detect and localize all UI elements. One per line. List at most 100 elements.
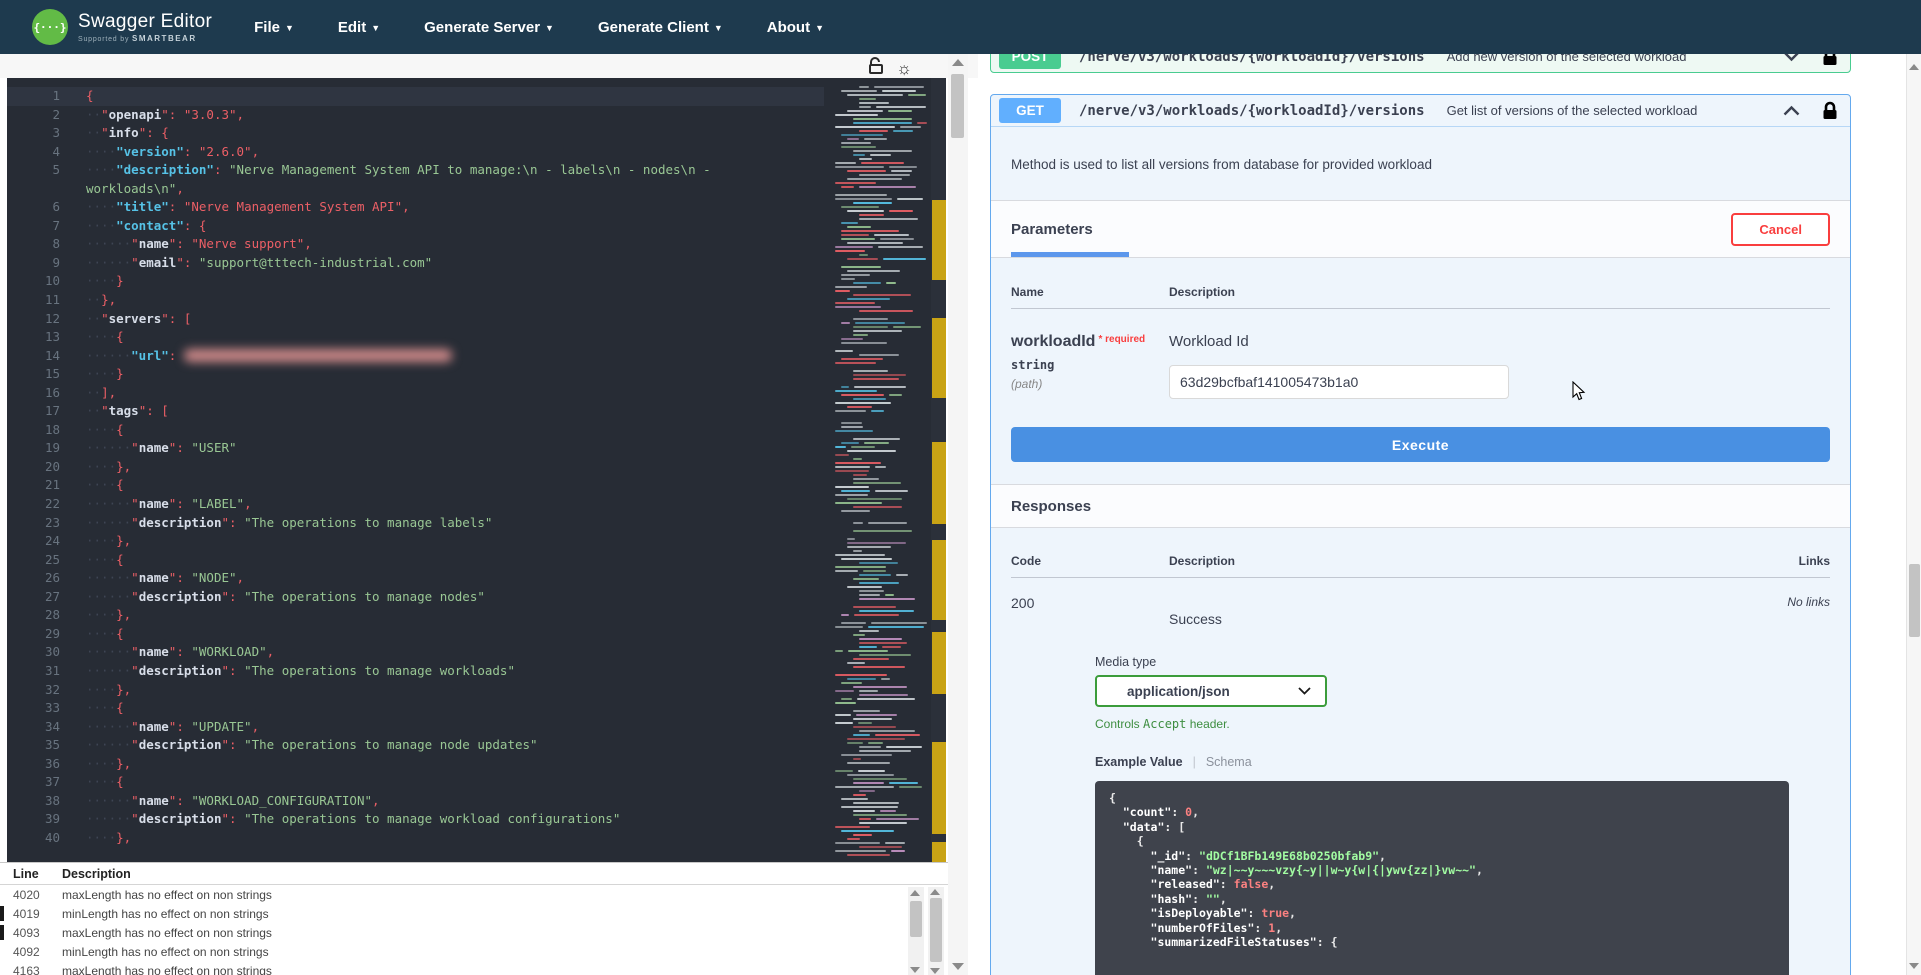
error-row[interactable]: 4163maxLength has no effect on non strin… bbox=[0, 961, 948, 975]
warning-marks[interactable] bbox=[932, 318, 946, 398]
parameter-row: workloadId* required string (path) Workl… bbox=[1011, 309, 1830, 399]
code-line: 19······"name": "USER" bbox=[7, 439, 824, 458]
code-line: 1{ bbox=[7, 87, 824, 106]
media-type-label: Media type bbox=[1095, 655, 1830, 669]
code-line: 12··"servers": [ bbox=[7, 310, 824, 329]
code-area[interactable]: 1{2··"openapi": "3.0.3",3··"info": {4···… bbox=[7, 78, 824, 862]
post-operation: POST /nerve/v3/workloads/{workloadId}/ve… bbox=[990, 54, 1851, 73]
tab-schema[interactable]: Schema bbox=[1206, 755, 1252, 769]
code-line: 35······"description": "The operations t… bbox=[7, 736, 824, 755]
swagger-editor-app: {···} Swagger Editor Supported by SMARTB… bbox=[0, 0, 1921, 975]
workload-id-input[interactable] bbox=[1169, 365, 1509, 399]
navbar-menus: File▼ Edit▼ Generate Server▼ Generate Clien… bbox=[254, 19, 824, 36]
responses-header-bar: Responses bbox=[991, 484, 1850, 528]
media-type-block: Media type application/json Controls Acc… bbox=[1095, 655, 1830, 975]
get-method-badge: GET bbox=[999, 98, 1061, 123]
editor-scrollbar[interactable] bbox=[948, 54, 968, 975]
page-scrollbar[interactable] bbox=[1906, 54, 1921, 975]
resp-col-links: Links bbox=[1799, 554, 1830, 568]
code-line: 38······"name": "WORKLOAD_CONFIGURATION"… bbox=[7, 792, 824, 811]
code-line: 37····{ bbox=[7, 773, 824, 792]
tab-example-value[interactable]: Example Value bbox=[1095, 755, 1183, 769]
warning-marks[interactable] bbox=[932, 442, 946, 524]
code-line: 26······"name": "NODE", bbox=[7, 569, 824, 588]
cancel-button[interactable]: Cancel bbox=[1731, 213, 1830, 246]
code-line: 34······"name": "UPDATE", bbox=[7, 718, 824, 737]
swagger-logo[interactable]: {···} Swagger Editor Supported by SMARTB… bbox=[32, 9, 212, 45]
code-line: 28····}, bbox=[7, 606, 824, 625]
code-line: 21····{ bbox=[7, 476, 824, 495]
get-operation-header[interactable]: GET /nerve/v3/workloads/{workloadId}/ver… bbox=[991, 95, 1850, 126]
swagger-ui-pane: POST /nerve/v3/workloads/{workloadId}/ve… bbox=[978, 54, 1906, 975]
warning-marks[interactable] bbox=[932, 742, 946, 834]
error-col-line: Line bbox=[0, 867, 62, 881]
warning-marks[interactable] bbox=[932, 632, 946, 694]
response-row: 200 Success No links bbox=[1011, 578, 1830, 627]
post-operation-header[interactable]: POST /nerve/v3/workloads/{workloadId}/ve… bbox=[991, 54, 1850, 72]
editor-minimap[interactable] bbox=[831, 78, 931, 862]
code-line: 18····{ bbox=[7, 421, 824, 440]
error-panel: Line Description 4020maxLength has no ef… bbox=[0, 862, 948, 975]
redacted-url bbox=[184, 349, 452, 362]
code-line: 31······"description": "The operations t… bbox=[7, 662, 824, 681]
code-line: 10····} bbox=[7, 272, 824, 291]
code-line: 40····}, bbox=[7, 829, 824, 848]
error-list-scrollbar[interactable] bbox=[908, 887, 924, 975]
code-line: 24····}, bbox=[7, 532, 824, 551]
chevron-down-icon[interactable] bbox=[1783, 54, 1800, 62]
example-json-block[interactable]: { "count": 0, "data": [ { "_id": "dDCf1B… bbox=[1095, 781, 1789, 975]
media-type-select[interactable]: application/json bbox=[1095, 675, 1327, 707]
menu-edit[interactable]: Edit▼ bbox=[338, 19, 380, 36]
menu-about[interactable]: About▼ bbox=[767, 19, 824, 36]
error-row[interactable]: 4020maxLength has no effect on non strin… bbox=[0, 885, 948, 904]
code-line: 33····{ bbox=[7, 699, 824, 718]
menu-generate-server[interactable]: Generate Server▼ bbox=[424, 19, 554, 36]
error-row[interactable]: 4092minLength has no effect on non strin… bbox=[0, 942, 948, 961]
code-line: 17··"tags": [ bbox=[7, 402, 824, 421]
editor-pane: ☼ 1{2··"openapi": "3.0.3",3··"info": {4·… bbox=[0, 54, 978, 975]
media-type-value: application/json bbox=[1127, 684, 1230, 699]
error-col-description: Description bbox=[62, 867, 131, 881]
caret-down-icon: ▼ bbox=[371, 23, 380, 33]
get-operation-body: Method is used to list all versions from… bbox=[991, 126, 1850, 975]
top-navbar: {···} Swagger Editor Supported by SMARTB… bbox=[0, 0, 1921, 54]
get-path: /nerve/v3/workloads/{workloadId}/version… bbox=[1079, 103, 1425, 119]
lock-icon[interactable] bbox=[1822, 101, 1838, 121]
brightness-icon[interactable]: ☼ bbox=[896, 60, 912, 77]
unlock-icon[interactable] bbox=[868, 57, 884, 79]
operation-description: Method is used to list all versions from… bbox=[991, 127, 1850, 200]
response-links: No links bbox=[1787, 595, 1830, 627]
execute-button[interactable]: Execute bbox=[1011, 427, 1830, 462]
response-description: Success bbox=[1169, 611, 1222, 627]
menu-generate-client[interactable]: Generate Client▼ bbox=[598, 19, 723, 36]
code-line: 27······"description": "The operations t… bbox=[7, 588, 824, 607]
param-location: (path) bbox=[1011, 377, 1169, 391]
code-line: 8······"name": "Nerve support", bbox=[7, 235, 824, 254]
menu-file[interactable]: File▼ bbox=[254, 19, 294, 36]
tab-parameters[interactable]: Parameters bbox=[1011, 201, 1093, 257]
code-line: 3··"info": { bbox=[7, 124, 824, 143]
lock-icon[interactable] bbox=[1822, 54, 1838, 67]
code-line: 29····{ bbox=[7, 625, 824, 644]
responses-table: Code Description Links 200 Success No li… bbox=[991, 528, 1850, 975]
caret-down-icon: ▼ bbox=[285, 23, 294, 33]
param-name: workloadId* required bbox=[1011, 333, 1169, 351]
response-code: 200 bbox=[1011, 595, 1169, 627]
code-line: 23······"description": "The operations t… bbox=[7, 514, 824, 533]
error-row[interactable]: 4019minLength has no effect on non strin… bbox=[0, 904, 948, 923]
code-line: 39······"description": "The operations t… bbox=[7, 810, 824, 829]
app-title: Swagger Editor bbox=[78, 11, 212, 33]
error-row[interactable]: 4093maxLength has no effect on non strin… bbox=[0, 923, 948, 942]
code-editor[interactable]: 1{2··"openapi": "3.0.3",3··"info": {4···… bbox=[7, 78, 946, 862]
warning-marks[interactable] bbox=[932, 540, 946, 620]
chevron-up-icon[interactable] bbox=[1783, 105, 1800, 116]
annotation-strip[interactable] bbox=[931, 78, 946, 862]
post-method-badge: POST bbox=[999, 54, 1061, 69]
caret-down-icon: ▼ bbox=[714, 23, 723, 33]
code-line: 2··"openapi": "3.0.3", bbox=[7, 106, 824, 125]
caret-down-icon: ▼ bbox=[815, 23, 824, 33]
warning-marks[interactable] bbox=[932, 842, 946, 862]
param-description: Workload Id bbox=[1169, 333, 1509, 350]
error-pane-scrollbar[interactable] bbox=[928, 887, 944, 975]
warning-marks[interactable] bbox=[932, 200, 946, 280]
